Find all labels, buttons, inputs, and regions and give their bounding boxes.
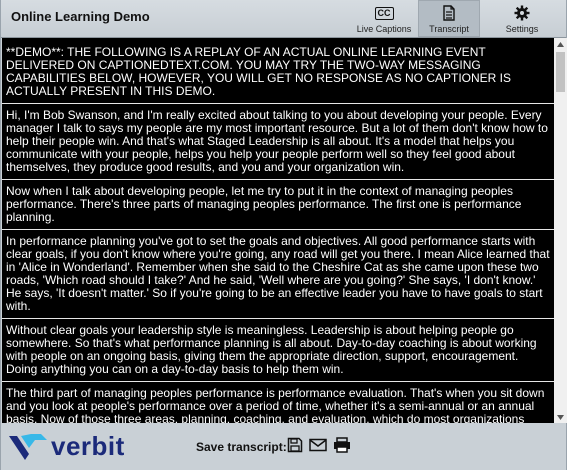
verbit-logo-mark xyxy=(9,434,47,460)
cc-icon: CC xyxy=(353,4,415,22)
transcript-panel[interactable]: **DEMO**: THE FOLLOWING IS A REPLAY OF A… xyxy=(2,38,554,423)
settings-label: Settings xyxy=(505,24,539,34)
logo-text: verbit xyxy=(51,430,125,461)
print-icon[interactable] xyxy=(333,437,351,453)
transcript-paragraph: Without clear goals your leadership styl… xyxy=(2,321,554,382)
transcript-paragraph: Hi, I'm Bob Swanson, and I'm really exci… xyxy=(2,106,554,180)
save-transcript-label: Save transcript: xyxy=(196,440,287,454)
live-captions-label: Live Captions xyxy=(356,24,412,34)
transcript-button[interactable]: Transcript xyxy=(418,0,480,37)
save-options xyxy=(287,437,351,453)
footer-bar: verbit Save transcript: xyxy=(1,423,566,470)
transcript-label: Transcript xyxy=(429,24,469,34)
settings-button[interactable]: Settings xyxy=(491,0,553,37)
transcript-paragraph: **DEMO**: THE FOLLOWING IS A REPLAY OF A… xyxy=(2,38,554,104)
transcript-paragraph: In performance planning you've got to se… xyxy=(2,232,554,319)
verbit-logo: verbit xyxy=(7,429,125,463)
transcript-scrollbar[interactable] xyxy=(554,38,567,423)
save-icon[interactable] xyxy=(287,437,303,453)
caption-app: Online Learning Demo CC Live Captions Tr… xyxy=(0,0,567,470)
email-icon[interactable] xyxy=(309,437,327,453)
scroll-up-icon[interactable] xyxy=(554,38,567,50)
transcript-paragraph: Now when I talk about developing people,… xyxy=(2,182,554,230)
cc-badge: CC xyxy=(374,6,394,20)
scroll-down-icon[interactable] xyxy=(554,411,567,423)
transcript-paragraph: The third part of managing peoples perfo… xyxy=(6,386,545,424)
document-icon xyxy=(418,4,480,22)
gear-icon xyxy=(491,4,553,22)
app-title: Online Learning Demo xyxy=(11,9,150,24)
top-bar: Online Learning Demo CC Live Captions Tr… xyxy=(1,0,566,38)
live-captions-button[interactable]: CC Live Captions xyxy=(353,0,415,37)
scrollbar-thumb[interactable] xyxy=(556,52,565,92)
